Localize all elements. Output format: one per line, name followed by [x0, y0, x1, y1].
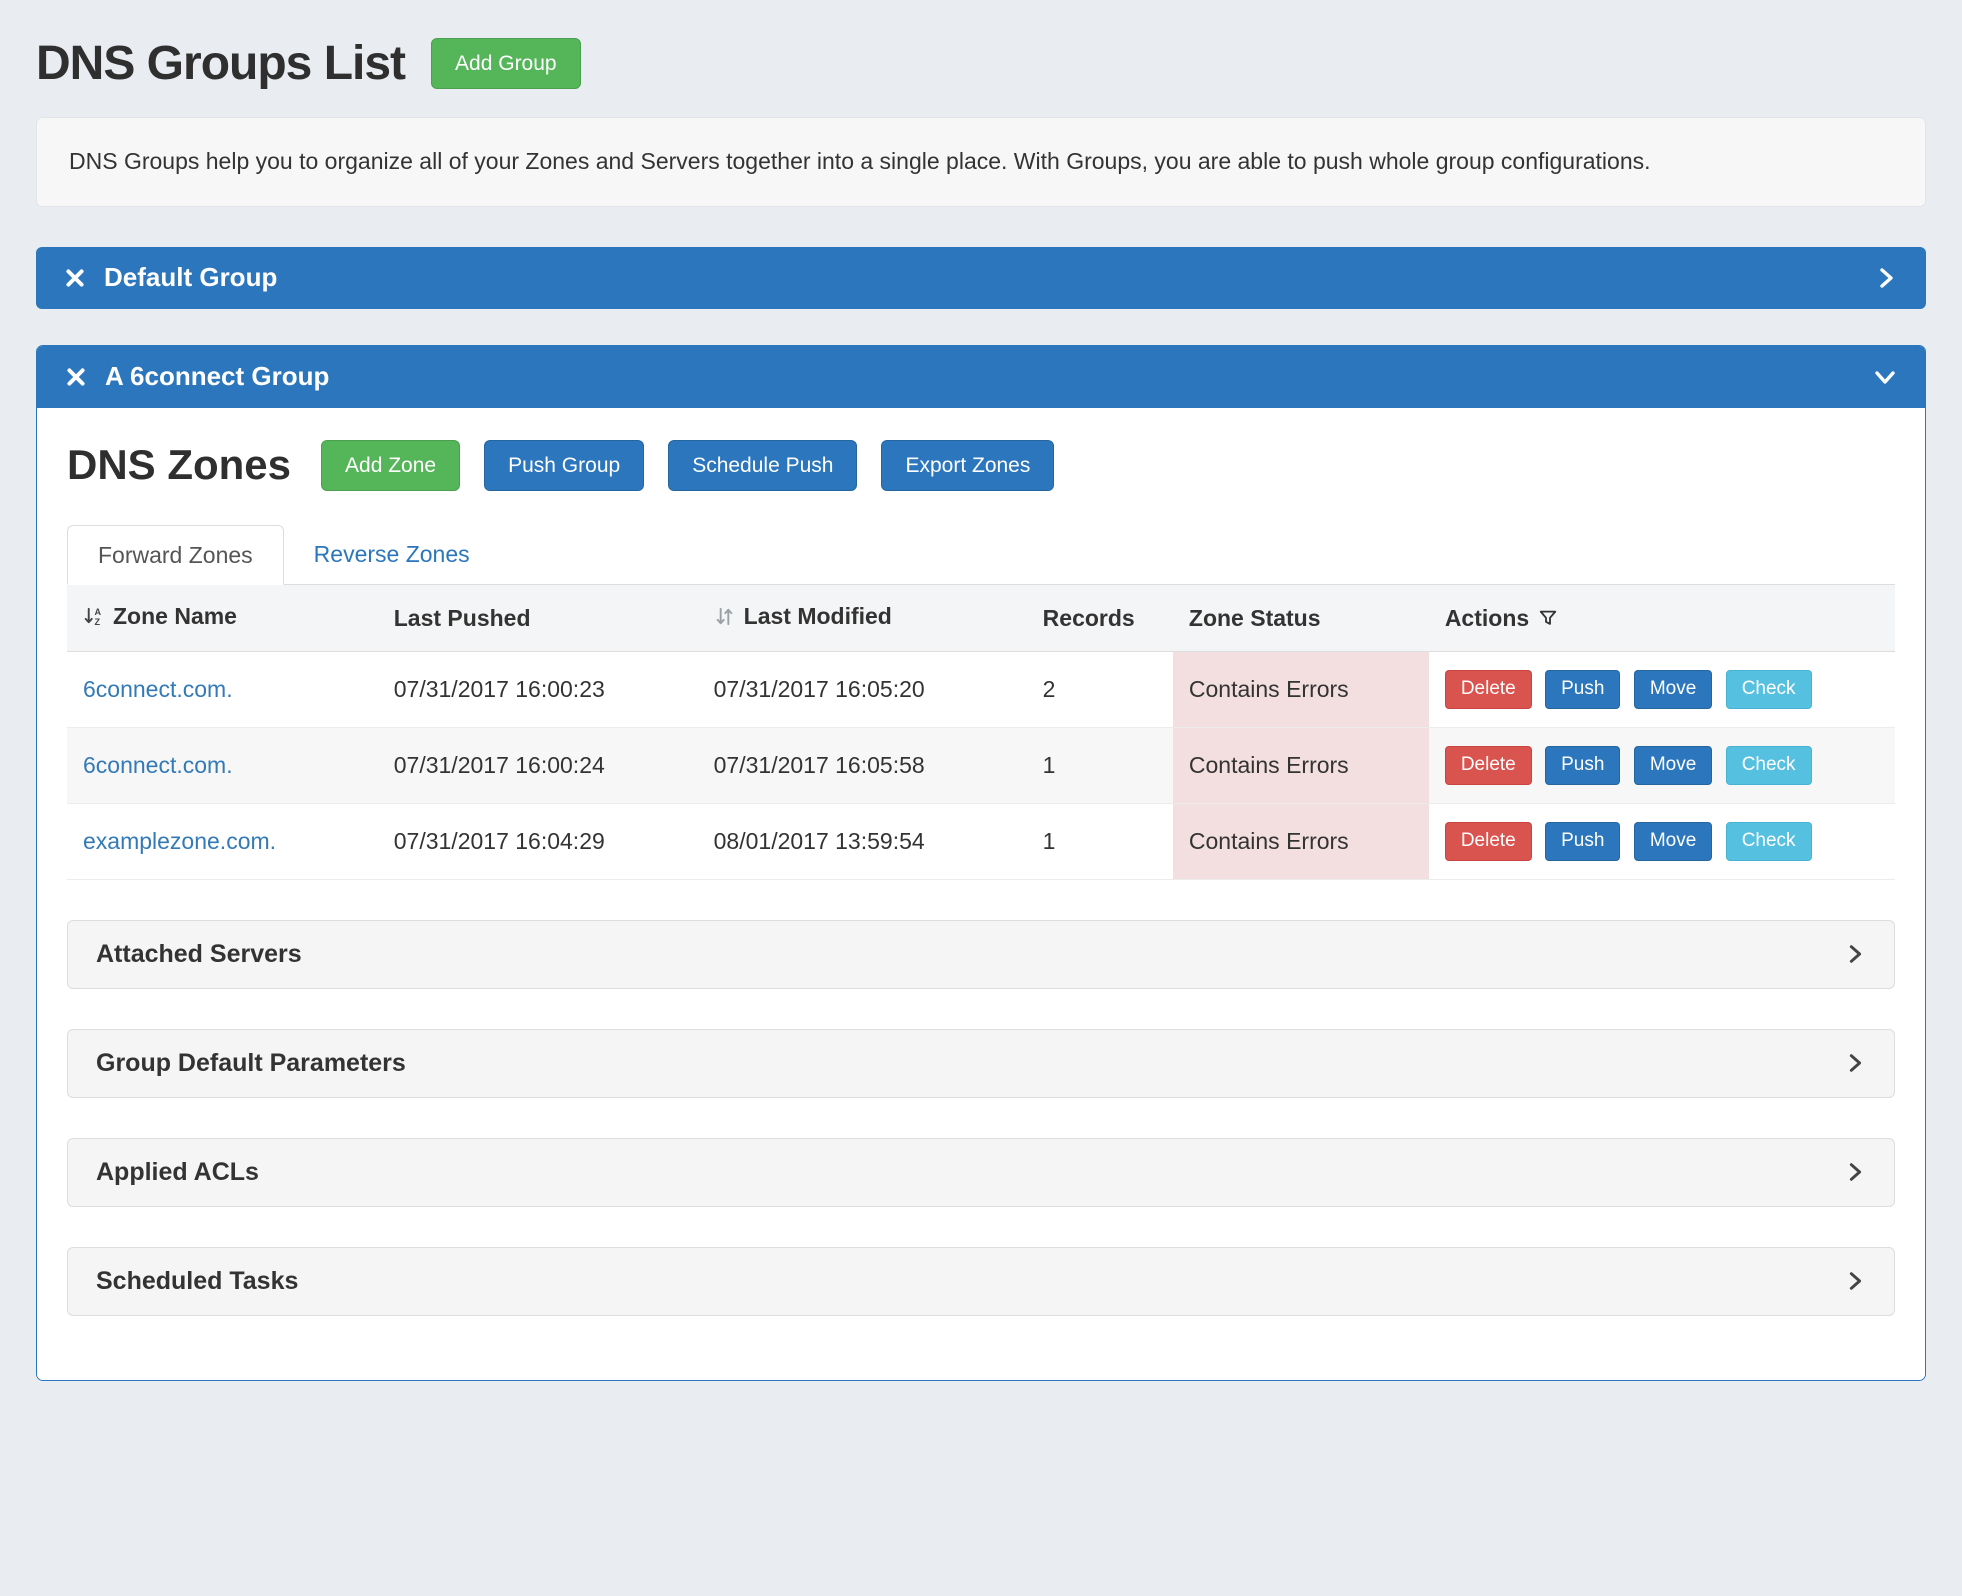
- tab-forward-zones[interactable]: Forward Zones: [67, 525, 284, 585]
- group-header-default[interactable]: Default Group: [36, 247, 1926, 309]
- chevron-right-icon: [1844, 1052, 1866, 1074]
- zones-tabs: Forward Zones Reverse Zones: [67, 525, 1895, 585]
- records-header-label: Records: [1043, 605, 1135, 631]
- zone-status-header-label: Zone Status: [1189, 605, 1321, 631]
- records-value: 2: [1027, 652, 1173, 728]
- check-button[interactable]: Check: [1726, 670, 1812, 709]
- column-header-records: Records: [1027, 585, 1173, 652]
- zones-title: DNS Zones: [67, 441, 291, 489]
- push-group-button[interactable]: Push Group: [484, 440, 644, 491]
- add-zone-button[interactable]: Add Zone: [321, 440, 460, 491]
- last-pushed-header-label: Last Pushed: [394, 605, 531, 631]
- delete-button[interactable]: Delete: [1445, 746, 1532, 785]
- accordion-label: Scheduled Tasks: [96, 1267, 298, 1296]
- sort-alphabet-icon[interactable]: A Z: [83, 606, 104, 627]
- export-zones-button[interactable]: Export Zones: [881, 440, 1054, 491]
- zone-name-header-label: Zone Name: [113, 603, 237, 630]
- accordion-scheduled-tasks[interactable]: Scheduled Tasks: [67, 1247, 1895, 1316]
- column-header-last-pushed[interactable]: Last Pushed: [378, 585, 698, 652]
- svg-text:Z: Z: [94, 617, 100, 627]
- column-header-zone-name[interactable]: A Z Zone Name: [67, 585, 378, 652]
- zone-status-badge: Contains Errors: [1173, 803, 1429, 879]
- last-modified-value: 07/31/2017 16:05:58: [698, 728, 1027, 804]
- accordion-applied-acls[interactable]: Applied ACLs: [67, 1138, 1895, 1207]
- accordion-label: Attached Servers: [96, 940, 302, 969]
- column-header-last-modified[interactable]: Last Modified: [698, 585, 1027, 652]
- intro-box: DNS Groups help you to organize all of y…: [36, 117, 1926, 207]
- intro-text: DNS Groups help you to organize all of y…: [69, 148, 1651, 174]
- chevron-down-icon: [1873, 365, 1897, 389]
- zones-table: A Z Zone Name Last Pushed: [67, 585, 1895, 880]
- push-button[interactable]: Push: [1545, 746, 1620, 785]
- actions-header-label: Actions: [1445, 605, 1529, 632]
- group-panel-6connect: A 6connect Group DNS Zones Add Zone Push…: [36, 345, 1926, 1381]
- zone-name-link[interactable]: 6connect.com.: [83, 752, 233, 778]
- group-panel-default: Default Group: [36, 247, 1926, 309]
- accordion-group-default-parameters[interactable]: Group Default Parameters: [67, 1029, 1895, 1098]
- add-group-button[interactable]: Add Group: [431, 38, 581, 89]
- group-header-6connect[interactable]: A 6connect Group: [37, 346, 1925, 408]
- chevron-right-icon: [1874, 266, 1898, 290]
- table-row: 6connect.com. 07/31/2017 16:00:23 07/31/…: [67, 652, 1895, 728]
- last-pushed-value: 07/31/2017 16:04:29: [378, 803, 698, 879]
- filter-icon[interactable]: [1538, 608, 1558, 628]
- zone-name-link[interactable]: 6connect.com.: [83, 676, 233, 702]
- table-row: examplezone.com. 07/31/2017 16:04:29 08/…: [67, 803, 1895, 879]
- svg-text:A: A: [94, 607, 101, 617]
- check-button[interactable]: Check: [1726, 746, 1812, 785]
- table-row: 6connect.com. 07/31/2017 16:00:24 07/31/…: [67, 728, 1895, 804]
- move-button[interactable]: Move: [1634, 746, 1712, 785]
- group-title: A 6connect Group: [105, 361, 329, 392]
- last-modified-header-label: Last Modified: [744, 603, 892, 630]
- accordion-attached-servers[interactable]: Attached Servers: [67, 920, 1895, 989]
- push-button[interactable]: Push: [1545, 670, 1620, 709]
- chevron-right-icon: [1844, 1270, 1866, 1292]
- move-button[interactable]: Move: [1634, 670, 1712, 709]
- records-value: 1: [1027, 728, 1173, 804]
- zones-header: DNS Zones Add Zone Push Group Schedule P…: [67, 440, 1895, 491]
- accordion-label: Applied ACLs: [96, 1158, 259, 1187]
- group-panel-body: DNS Zones Add Zone Push Group Schedule P…: [37, 408, 1925, 1380]
- last-modified-value: 08/01/2017 13:59:54: [698, 803, 1027, 879]
- group-title: Default Group: [104, 262, 277, 293]
- page-header: DNS Groups List Add Group: [36, 36, 1926, 91]
- zone-status-badge: Contains Errors: [1173, 652, 1429, 728]
- zone-name-link[interactable]: examplezone.com.: [83, 828, 276, 854]
- last-pushed-value: 07/31/2017 16:00:24: [378, 728, 698, 804]
- page: DNS Groups List Add Group DNS Groups hel…: [0, 0, 1962, 1457]
- table-header-row: A Z Zone Name Last Pushed: [67, 585, 1895, 652]
- remove-group-icon[interactable]: [64, 267, 86, 289]
- zone-status-badge: Contains Errors: [1173, 728, 1429, 804]
- last-modified-value: 07/31/2017 16:05:20: [698, 652, 1027, 728]
- chevron-right-icon: [1844, 1161, 1866, 1183]
- sort-updown-icon[interactable]: [714, 606, 735, 627]
- schedule-push-button[interactable]: Schedule Push: [668, 440, 857, 491]
- push-button[interactable]: Push: [1545, 822, 1620, 861]
- column-header-zone-status: Zone Status: [1173, 585, 1429, 652]
- last-pushed-value: 07/31/2017 16:00:23: [378, 652, 698, 728]
- records-value: 1: [1027, 803, 1173, 879]
- chevron-right-icon: [1844, 943, 1866, 965]
- check-button[interactable]: Check: [1726, 822, 1812, 861]
- accordion-label: Group Default Parameters: [96, 1049, 406, 1078]
- remove-group-icon[interactable]: [65, 366, 87, 388]
- column-header-actions: Actions: [1429, 585, 1895, 652]
- tab-reverse-zones[interactable]: Reverse Zones: [284, 525, 500, 584]
- delete-button[interactable]: Delete: [1445, 670, 1532, 709]
- move-button[interactable]: Move: [1634, 822, 1712, 861]
- page-title: DNS Groups List: [36, 36, 405, 91]
- delete-button[interactable]: Delete: [1445, 822, 1532, 861]
